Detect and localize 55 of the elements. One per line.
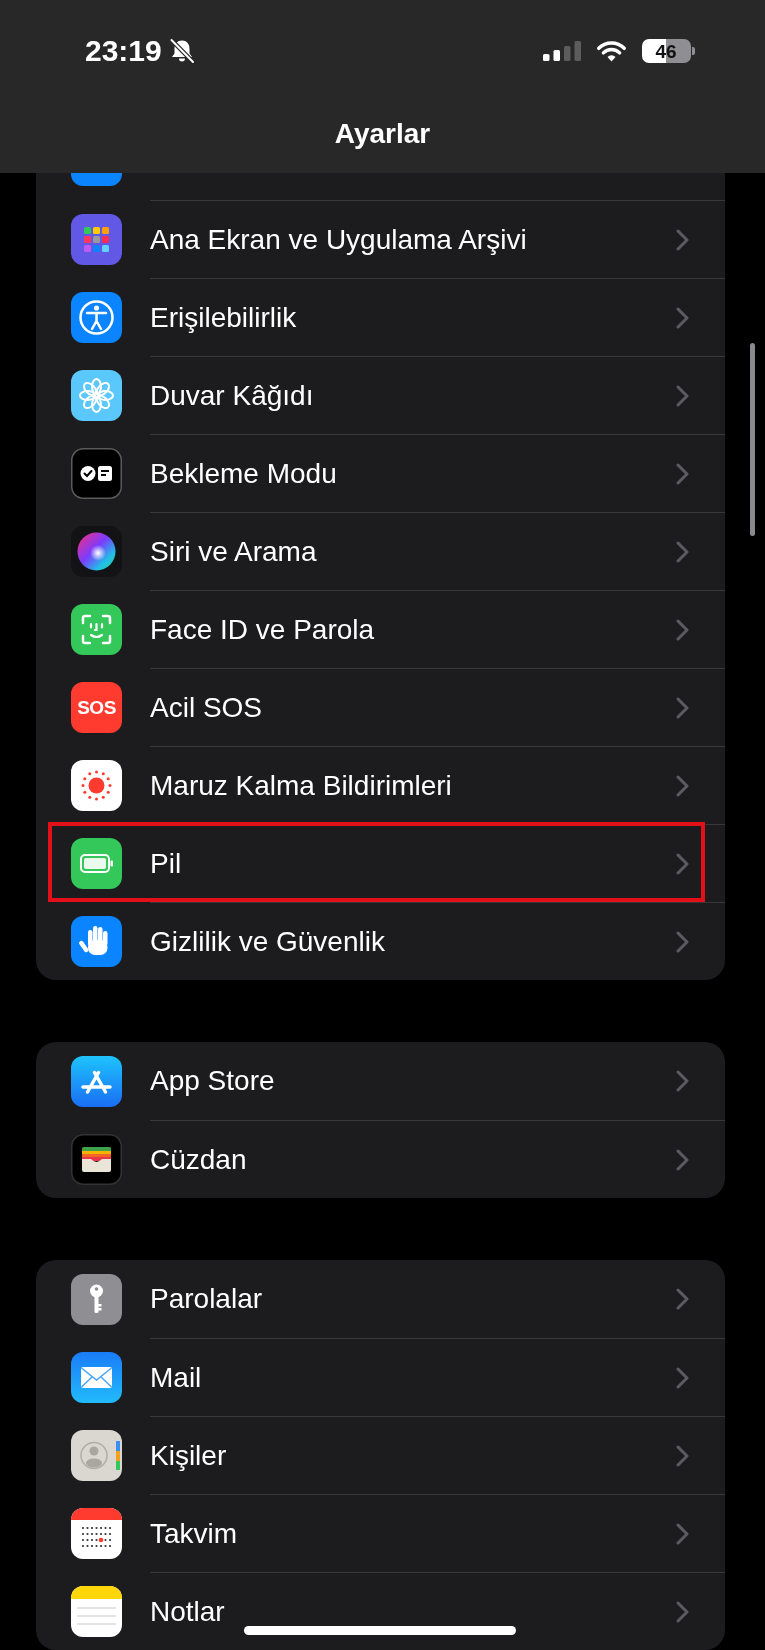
flower-icon — [71, 369, 122, 421]
chevron-icon — [676, 1288, 689, 1310]
chevron-icon — [676, 306, 689, 329]
settings-row[interactable]: Erişilebilirlik — [36, 278, 725, 356]
chevron-icon — [676, 384, 689, 407]
chevron-icon — [676, 1366, 689, 1389]
chevron-icon — [676, 1522, 689, 1545]
orb-icon — [71, 525, 122, 577]
chevron-icon — [676, 540, 689, 563]
signal-bars-icon — [542, 41, 581, 61]
chevron-icon — [676, 852, 689, 875]
chevron-icon — [676, 1070, 689, 1092]
clock-card-icon — [71, 447, 122, 499]
screen-title: Ayarlar — [334, 119, 431, 148]
settings-row[interactable]: Gizlilik ve Güvenlik — [36, 902, 725, 980]
chevron-icon — [676, 228, 689, 251]
notepad-icon — [71, 1585, 122, 1637]
calendar-icon — [71, 1507, 122, 1559]
chevron-icon — [676, 1444, 689, 1467]
chevron-icon — [676, 696, 689, 719]
hand-icon — [71, 915, 122, 967]
chevron-icon — [676, 462, 689, 485]
accessibility-icon — [71, 291, 122, 343]
settings-row[interactable]: Kişiler — [36, 1416, 725, 1494]
grid-icon — [71, 213, 122, 265]
chevron-icon — [676, 1600, 689, 1623]
settings-row[interactable]: Bekleme Modu — [36, 434, 725, 512]
settings-row[interactable]: Pil — [36, 824, 725, 902]
settings-row[interactable]: Mail — [36, 1338, 725, 1416]
settings-row[interactable]: Ana Ekran ve Uygulama Arşivi — [36, 200, 725, 278]
settings-row[interactable]: Cüzdan — [36, 1120, 725, 1198]
settings-row[interactable]: Duvar Kâğıdı — [36, 356, 725, 434]
chevron-icon — [676, 930, 689, 953]
chevron-icon — [676, 774, 689, 797]
battery-icon — [71, 837, 122, 889]
key-icon — [71, 1273, 122, 1325]
settings-row[interactable]: Parolalar — [36, 1260, 725, 1338]
status-time: 23:19 — [85, 36, 162, 66]
settings-row[interactable]: App Store — [36, 1042, 725, 1120]
wallet-icon — [71, 1133, 122, 1185]
sos-icon: SOS — [71, 681, 122, 733]
settings-row[interactable]: Siri ve Arama — [36, 512, 725, 590]
settings-row[interactable]: Maruz Kalma Bildirimleri — [36, 746, 725, 824]
face-scan-icon — [71, 603, 122, 655]
wifi-icon — [594, 39, 628, 63]
settings-row[interactable]: SOS Acil SOS — [36, 668, 725, 746]
settings-row[interactable]: Face ID ve Parola — [36, 590, 725, 668]
sun-dots-icon — [71, 759, 122, 811]
contact-book-icon — [71, 1429, 122, 1481]
settings-row[interactable]: Takvim — [36, 1494, 725, 1572]
battery-indicator: 46 — [641, 39, 695, 63]
stylized-a-icon — [71, 1055, 122, 1107]
chevron-icon — [676, 1148, 689, 1171]
chevron-icon — [676, 618, 689, 641]
envelope-icon — [71, 1351, 122, 1403]
